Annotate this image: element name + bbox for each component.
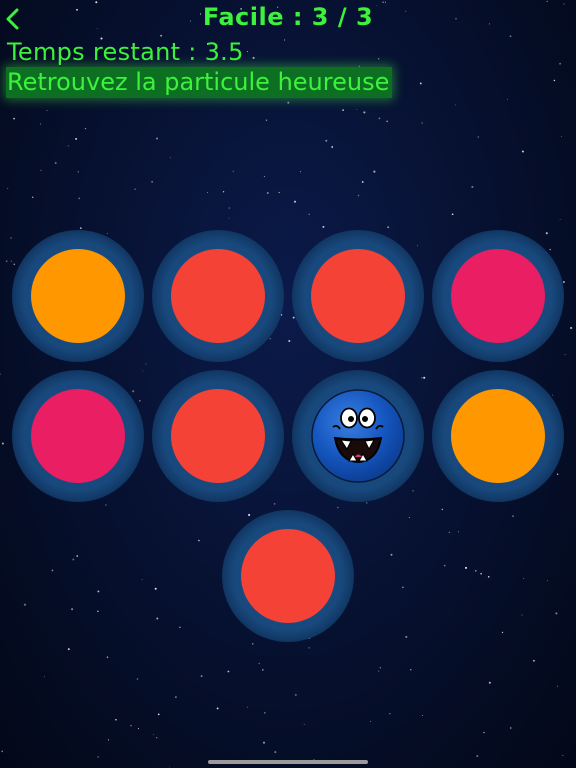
particle-slot[interactable] — [432, 230, 564, 362]
particle-slot[interactable] — [12, 230, 144, 362]
particle-red[interactable] — [171, 389, 265, 483]
particle-slot[interactable] — [152, 230, 284, 362]
particle-slot[interactable] — [432, 370, 564, 502]
particle-slot[interactable] — [152, 370, 284, 502]
particle-slot[interactable] — [222, 510, 354, 642]
particle-red[interactable] — [311, 249, 405, 343]
time-remaining: Temps restant : 3.5 — [7, 38, 244, 66]
particle-slot[interactable] — [12, 370, 144, 502]
home-indicator[interactable] — [208, 760, 368, 764]
particle-red[interactable] — [171, 249, 265, 343]
particle-pink[interactable] — [31, 389, 125, 483]
particle-orange[interactable] — [451, 389, 545, 483]
particle-pink[interactable] — [451, 249, 545, 343]
particle-orange[interactable] — [31, 249, 125, 343]
particle-slot[interactable] — [292, 230, 424, 362]
level-title: Facile : 3 / 3 — [202, 3, 374, 31]
happy-particle-icon[interactable] — [311, 389, 405, 483]
particle-red[interactable] — [241, 529, 335, 623]
particle-slot[interactable] — [292, 370, 424, 502]
instruction-banner: Retrouvez la particule heureuse — [6, 67, 393, 98]
